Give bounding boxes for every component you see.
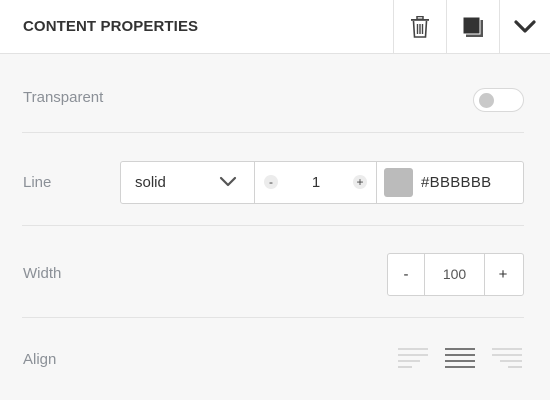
toggle-knob	[479, 93, 494, 108]
line-style-select[interactable]: solid	[121, 162, 255, 203]
duplicate-button[interactable]	[446, 0, 499, 54]
align-label: Align	[23, 351, 57, 368]
line-color-value: #BBBBBB	[421, 174, 492, 191]
align-center-icon	[445, 348, 475, 368]
panel-header: CONTENT PROPERTIES	[0, 0, 550, 54]
trash-icon	[411, 16, 429, 38]
chevron-down-icon	[514, 20, 536, 33]
align-right-button[interactable]	[490, 346, 524, 370]
align-center-button[interactable]	[443, 346, 477, 370]
line-thickness-increment-button[interactable]: +	[353, 175, 367, 189]
copy-icon	[462, 16, 483, 37]
width-decrement-button[interactable]: -	[388, 254, 425, 295]
collapse-button[interactable]	[499, 0, 550, 54]
chevron-down-icon	[219, 176, 237, 187]
panel-title: CONTENT PROPERTIES	[23, 18, 199, 35]
line-thickness-decrement-button[interactable]: -	[264, 175, 278, 189]
divider	[22, 225, 524, 226]
width-label: Width	[23, 265, 62, 282]
divider	[22, 132, 524, 133]
line-color-picker[interactable]: #BBBBBB	[377, 162, 523, 203]
line-control: solid 1 - + #BBBBBB	[120, 161, 524, 204]
line-label: Line	[23, 174, 52, 191]
divider	[22, 317, 524, 318]
width-increment-button[interactable]: +	[484, 254, 521, 295]
transparent-toggle[interactable]	[473, 88, 524, 112]
line-thickness-stepper: 1 - +	[255, 162, 377, 203]
delete-button[interactable]	[393, 0, 446, 54]
color-swatch	[384, 168, 413, 197]
line-style-value: solid	[135, 174, 166, 191]
align-left-icon	[398, 348, 428, 368]
width-stepper: - 100 +	[387, 253, 524, 296]
align-left-button[interactable]	[396, 346, 430, 370]
transparent-label: Transparent	[23, 89, 104, 106]
width-value: 100	[442, 266, 467, 282]
align-right-icon	[492, 348, 522, 368]
